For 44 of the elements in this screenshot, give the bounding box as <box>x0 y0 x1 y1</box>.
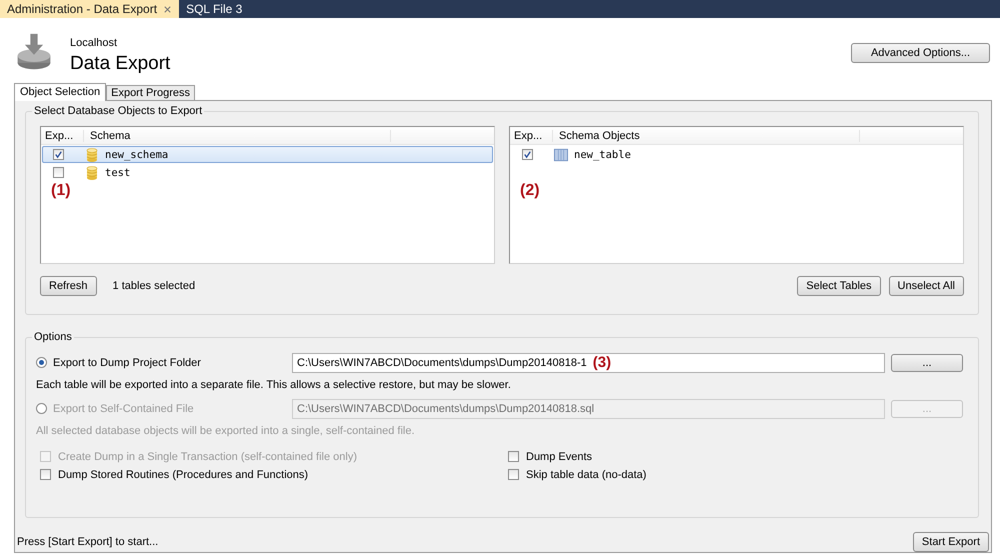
list-row[interactable]: test <box>42 164 493 181</box>
unselect-all-button[interactable]: Unselect All <box>888 276 964 296</box>
annotation-label: (2) <box>520 182 540 200</box>
close-icon[interactable] <box>163 4 172 14</box>
column-header[interactable]: Schema Objects <box>553 130 860 142</box>
object-name: new_schema <box>105 148 168 160</box>
annotation-label: (3) <box>592 354 612 372</box>
document-tab[interactable]: SQL File 3 <box>179 0 250 18</box>
checkbox[interactable] <box>53 167 64 178</box>
list-row[interactable]: new_table <box>511 146 962 163</box>
object-name: new_table <box>574 148 631 160</box>
option-description: All selected database objects will be exported into a single, self-contained file. <box>36 424 416 439</box>
option-description: Each table will be exported into a separate file. This allows a selective restore, but may be slower. <box>36 378 512 393</box>
selection-count: 1 tables selected <box>112 280 196 292</box>
group-title: Options <box>32 330 74 343</box>
group-title: Select Database Objects to Export <box>32 105 204 117</box>
column-header[interactable]: Exp... <box>510 130 553 142</box>
browse-button[interactable]: ... <box>891 354 963 372</box>
radio-button[interactable]: Export to Dump Project Folder <box>36 356 292 369</box>
column-header[interactable]: Schema <box>84 130 391 142</box>
path-field[interactable]: C:\Users\WIN7ABCD\Documents\dumps\Dump20140818-1 (3) <box>292 352 885 373</box>
checkbox[interactable]: Dump Events <box>508 450 978 463</box>
start-export-button[interactable]: Start Export <box>912 532 989 552</box>
page-tab[interactable]: Object Selection <box>14 83 106 101</box>
checkbox[interactable]: Skip table data (no-data) <box>508 468 978 481</box>
connection-name: Localhost <box>70 37 118 49</box>
document-tab[interactable]: Administration - Data Export <box>0 0 180 18</box>
list-row[interactable]: new_schema <box>42 146 493 163</box>
table-icon <box>554 148 568 162</box>
advanced-options-button[interactable]: Advanced Options... <box>851 43 990 63</box>
database-icon <box>85 148 99 162</box>
checkbox[interactable] <box>522 149 533 160</box>
annotation-label: (1) <box>51 182 71 200</box>
status-text: Press [Start Export] to start... <box>17 536 158 548</box>
checkbox[interactable]: Dump Stored Routines (Procedures and Functions) <box>40 468 504 481</box>
select-tables-button[interactable]: Select Tables <box>797 276 881 296</box>
path-field[interactable]: C:\Users\WIN7ABCD\Documents\dumps\Dump20140818.sql <box>292 398 885 419</box>
checkbox[interactable] <box>53 149 64 160</box>
database-icon <box>85 166 99 180</box>
object-name: test <box>105 166 130 178</box>
page-title: Data Export <box>70 53 170 75</box>
page-tab[interactable]: Export Progress <box>106 85 195 100</box>
column-header[interactable]: Exp... <box>41 130 84 142</box>
refresh-button[interactable]: Refresh <box>40 276 97 296</box>
